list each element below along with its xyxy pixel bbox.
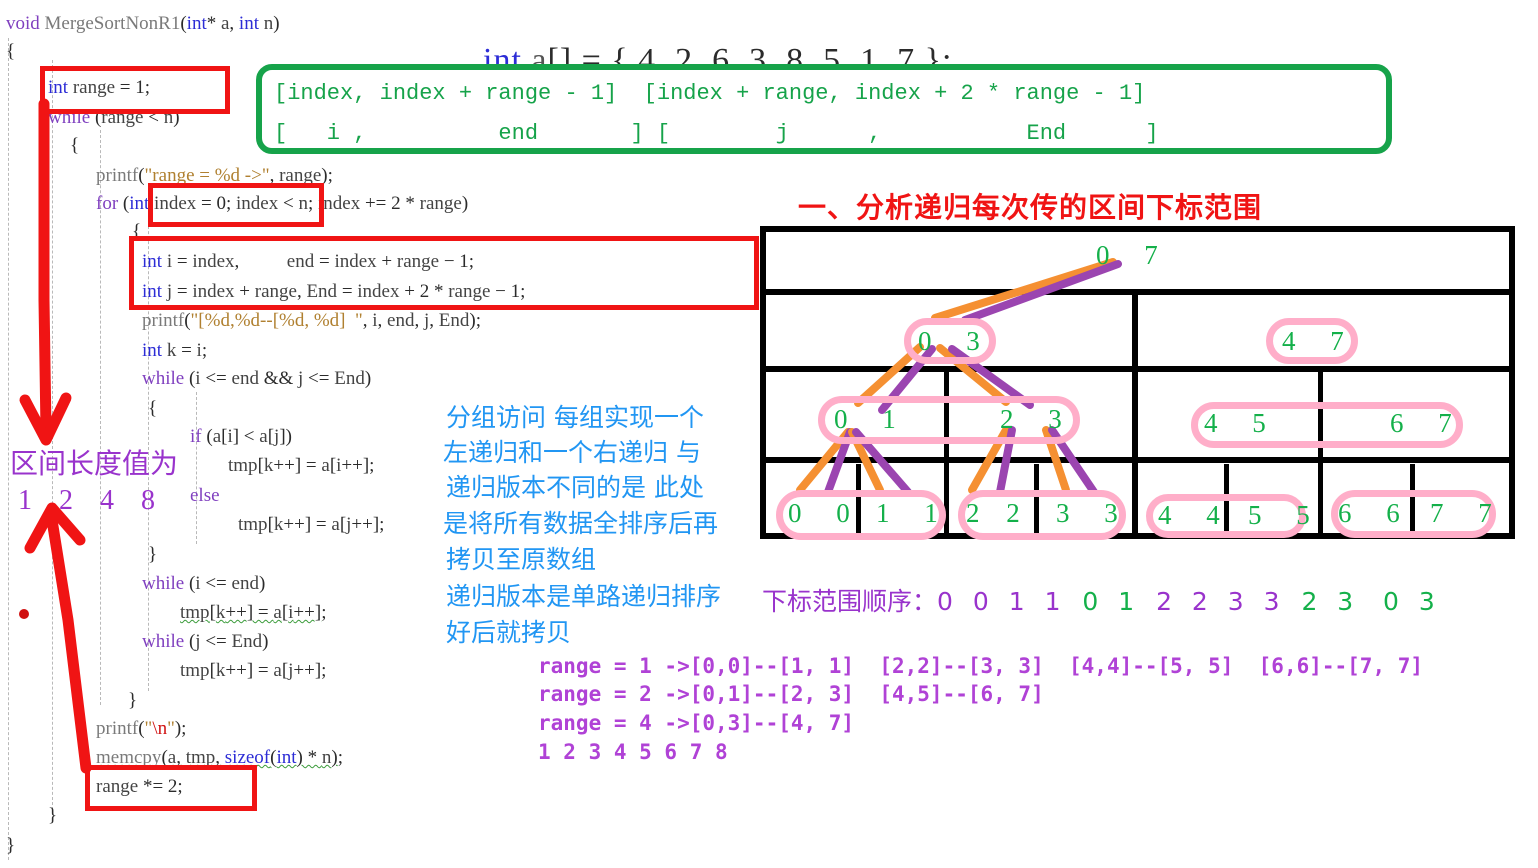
- code-line: }: [6, 835, 16, 856]
- code-line: while (j <= End): [142, 631, 269, 652]
- tree-node-4-4: 4 4: [1158, 500, 1234, 530]
- annotated-code-figure: void MergeSortNonR1(int* a, int n) { int…: [0, 0, 1538, 860]
- tree-node-0-0: 0 0: [788, 498, 864, 528]
- blue-note-line: 递归版本是单路递归排序: [446, 582, 722, 611]
- sequence-item: 0 3: [1383, 587, 1441, 616]
- code-line: {: [6, 41, 16, 62]
- code-line: }: [128, 690, 138, 711]
- tree-node-2-2: 2 2: [966, 498, 1030, 528]
- tree-node-3-3: 3 3: [1056, 498, 1132, 528]
- tree-vline: [1132, 366, 1138, 457]
- green-box-line1: [index, index + range - 1] [index + rang…: [274, 81, 1146, 106]
- program-output-line: range = 2 ->[0,1]--[2, 3] [4,5]--[6, 7]: [538, 682, 1044, 706]
- program-output-line: 1 2 3 4 5 6 7 8: [538, 740, 728, 764]
- code-line: int k = i;: [142, 340, 208, 361]
- code-line: tmp[k++] = a[i++];: [180, 602, 327, 623]
- tree-node-6-6: 6 6: [1338, 498, 1414, 528]
- green-box-line2: [ i , end ] [ j , End ]: [274, 121, 1159, 146]
- blue-note-line: 递归版本不同的是 此处: [446, 473, 704, 502]
- range-length-values: 1 2 4 8: [18, 485, 165, 516]
- code-line: printf("[%d,%d--[%d, %d] ", i, end, j, E…: [142, 310, 481, 331]
- blue-note-line: 分组访问 每组实现一个: [446, 403, 704, 432]
- redbox-range-mul2: [85, 765, 257, 811]
- redbox-int-index: [148, 183, 324, 227]
- code-line: tmp[k++] = a[i++];: [228, 455, 375, 476]
- blue-note-line: 是将所有数据全排序后再: [443, 509, 719, 538]
- program-output-line: range = 4 ->[0,3]--[4, 7]: [538, 711, 855, 735]
- code-line: tmp[k++] = a[j++];: [180, 660, 327, 681]
- sequence-item: 0 0 1 1: [937, 587, 1067, 616]
- tree-vline: [1132, 289, 1138, 366]
- redbox-int-range: [40, 66, 230, 114]
- redbox-i-j-decl: [129, 236, 759, 310]
- tree-node-0-1: 0 1: [834, 404, 910, 434]
- tree-node-5-5: 5 5: [1248, 500, 1324, 530]
- code-line: while (i <= end): [142, 573, 266, 594]
- tree-node-1-1: 1 1: [876, 498, 952, 528]
- code-line: }: [48, 805, 58, 826]
- code-line: tmp[k++] = a[j++];: [238, 514, 385, 535]
- sequence-item: 2 3: [1301, 587, 1360, 616]
- code-line: {: [70, 135, 80, 156]
- tree-node-4-7: 4 7: [1282, 326, 1358, 356]
- code-line: else: [190, 485, 220, 506]
- blue-note-line: 左递归和一个右递归 与: [443, 438, 701, 467]
- tree-node-7-7: 7 7: [1430, 498, 1506, 528]
- section-headline: 一、分析递归每次传的区间下标范围: [798, 191, 1263, 224]
- blue-note-line: 拷贝至原数组: [446, 545, 597, 574]
- tree-node-0-3: 0 3: [918, 326, 994, 356]
- index-range-sequence: 下标范围顺序：0 0 1 1 0 1 2 2 3 3 2 3 0 3: [762, 582, 1441, 618]
- sequence-item: 0 1: [1082, 587, 1141, 616]
- tree-node-2-3: 2 3: [1000, 404, 1076, 434]
- tree-node-4-5: 4 5: [1204, 408, 1280, 438]
- code-line: printf("\n");: [96, 718, 187, 739]
- code-line: void MergeSortNonR1(int* a, int n): [6, 13, 280, 34]
- sequence-item: 2 2 3 3: [1156, 587, 1286, 616]
- recursion-range-tree: 0 7 0 3 4 7 0 1 2 3 4 5 6 7 0 0 1 1 2 2 …: [760, 226, 1515, 540]
- tree-vline: [1132, 457, 1138, 539]
- code-line: while (i <= end && j <= End): [142, 368, 372, 389]
- range-length-label: 区间长度值为: [10, 447, 179, 480]
- code-line: }: [148, 544, 158, 565]
- tree-node-6-7: 6 7: [1390, 408, 1466, 438]
- code-line: {: [148, 398, 158, 419]
- green-range-formula-box: [index, index + range - 1] [index + rang…: [256, 64, 1392, 154]
- sequence-label: 下标范围顺序：: [762, 587, 938, 616]
- program-output-line: range = 1 ->[0,0]--[1, 1] [2,2]--[3, 3] …: [538, 654, 1424, 678]
- code-line: if (a[i] < a[j]): [190, 426, 292, 447]
- blue-note-line: 好后就拷贝: [446, 618, 572, 647]
- tree-node-0-7: 0 7: [1096, 240, 1172, 270]
